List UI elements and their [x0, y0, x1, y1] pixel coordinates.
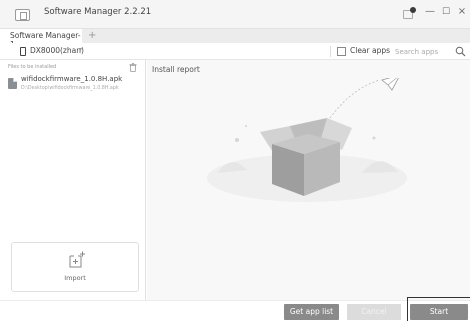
- install-report-panel: Install report: [147, 60, 470, 300]
- divider: [330, 46, 331, 57]
- import-label: Import: [64, 274, 86, 282]
- file-icon: [8, 78, 17, 89]
- device-selector[interactable]: DX8000(zhan): [30, 46, 84, 55]
- import-button[interactable]: Import: [11, 242, 139, 292]
- import-icon: [69, 251, 85, 268]
- tab-bar: Software Manager-1 +: [0, 29, 470, 49]
- app-title: Software Manager 2.2.21: [44, 7, 152, 17]
- phone-icon: [20, 47, 26, 56]
- notification-dot: [410, 7, 416, 13]
- tab-software-manager-1[interactable]: Software Manager-1: [0, 29, 82, 49]
- install-report-title: Install report: [152, 65, 200, 74]
- close-button[interactable]: ×: [456, 6, 468, 17]
- cancel-button[interactable]: Cancel: [347, 304, 401, 320]
- box-illustration: [207, 78, 407, 202]
- start-highlight-frame: [407, 297, 470, 321]
- files-section-label: Files to be installed: [8, 64, 57, 70]
- file-path: D:\Desktop\wifidockfirmware_1.0.8H.apk: [21, 86, 119, 91]
- device-bar: DX8000(zhan) ▾ Clear apps: [0, 43, 470, 60]
- files-panel: Files to be installed wifidockfirmware_1…: [0, 60, 146, 300]
- clear-apps-label[interactable]: Clear apps: [350, 46, 390, 55]
- search-icon[interactable]: [455, 46, 466, 57]
- minimize-button[interactable]: —: [424, 6, 436, 17]
- file-name: wifidockfirmware_1.0.8H.apk: [21, 75, 123, 83]
- maximize-button[interactable]: ☐: [440, 7, 452, 17]
- app-icon: [15, 9, 30, 21]
- chevron-down-icon[interactable]: ▾: [79, 46, 82, 53]
- title-bar: Software Manager 2.2.21 — ☐ ×: [0, 0, 470, 29]
- trash-icon[interactable]: [129, 63, 137, 72]
- get-app-list-button[interactable]: Get app list: [284, 304, 339, 320]
- search-input[interactable]: [391, 45, 451, 58]
- clear-apps-checkbox[interactable]: [337, 47, 346, 56]
- notification-icon[interactable]: [403, 7, 416, 19]
- add-tab-button[interactable]: +: [88, 29, 96, 42]
